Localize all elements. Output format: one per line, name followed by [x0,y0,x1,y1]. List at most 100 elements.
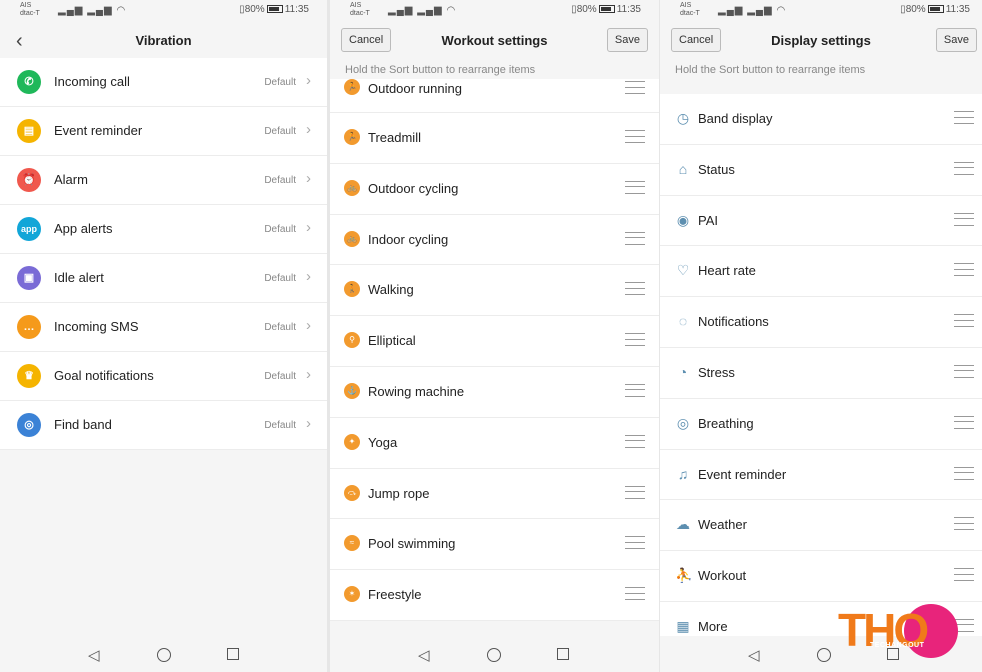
alarm-icon: ⏰ [17,168,41,192]
sort-handle-icon[interactable] [954,263,974,277]
sort-handle-icon[interactable] [625,536,645,550]
sort-handle-icon[interactable] [954,568,974,582]
sort-handle-icon[interactable] [625,282,645,296]
sort-handle-icon[interactable] [954,212,974,226]
vibration-screen: AIS dtac-T ▂▄▆ ▂▄▆ ◠ ▯80% 11:35 ‹ Vibratio… [0,0,327,672]
carrier-label: AIS [350,2,362,9]
page-title: Display settings [771,33,871,48]
sort-handle-icon[interactable] [954,364,974,378]
battery-icon [927,5,944,14]
battery-percent: 80% [905,4,926,15]
nav-back-icon[interactable]: ◁ [748,646,760,664]
list-item: ◌ Notifications [660,297,982,348]
list-item[interactable]: … Incoming SMS Default › [0,303,327,352]
sort-handle-icon[interactable] [625,130,645,143]
app-icon: app [17,217,41,241]
status-bar: AIS dtac-T ▂▄▆ ▂▄▆ ◠ ▯80% 11:35 [660,0,982,22]
list-item[interactable]: app App alerts Default › [0,205,327,254]
nav-recent-icon[interactable] [227,648,239,660]
display-list: ◷ Band display ⌂ Status ◉ PAI ♡ Heart rate ◌ Noti… [660,94,982,653]
nav-bar: ◁ [0,636,327,672]
sort-handle-icon[interactable] [954,517,974,531]
item-label: Elliptical [368,333,416,349]
item-label: Status [698,161,735,177]
indoor-cycling-icon: 🚲 [344,230,360,247]
nav-home-icon[interactable] [487,648,501,662]
item-label: Jump rope [368,485,430,501]
item-label: Event reminder [54,123,143,138]
item-label: Indoor cycling [368,231,449,247]
nav-back-icon[interactable]: ◁ [418,646,430,664]
trophy-icon: ♛ [17,364,41,388]
list-item: 🏃 Outdoor running [330,79,659,113]
list-item: 🚲 Indoor cycling [330,215,659,266]
freestyle-icon: ✶ [344,586,360,603]
item-value: Default [264,273,296,284]
sort-handle-icon[interactable] [954,466,974,480]
carrier-label: dtac-T [20,10,40,17]
sort-handle-icon[interactable] [954,415,974,429]
swimming-icon: ≈ [344,535,360,552]
list-item: ✶ Freestyle [330,570,659,621]
save-button[interactable]: Save [606,28,648,52]
sort-handle-icon[interactable] [625,333,645,347]
item-label: Heart rate [698,263,756,279]
sort-handle-icon[interactable] [625,485,645,499]
item-label: Walking [368,282,414,298]
save-button[interactable]: Save [935,28,977,52]
display-settings-screen: AIS dtac-T ▂▄▆ ▂▄▆ ◠ ▯80% 11:35 Cancel Dis… [660,0,982,672]
battery-percent: 80% [244,4,265,15]
item-label: Event reminder [698,466,787,482]
chat-icon: ◌ [678,313,688,330]
list-item: ◔ Stress [660,348,982,399]
workout-icon: ⛹ [675,567,693,584]
sort-handle-icon[interactable] [954,161,974,175]
list-item[interactable]: ✆ Incoming call Default › [0,58,327,107]
chevron-right-icon: › [306,317,311,334]
list-item[interactable]: ♛ Goal notifications Default › [0,352,327,401]
item-label: Outdoor running [368,81,462,96]
sort-handle-icon[interactable] [954,314,974,328]
nav-home-icon[interactable] [817,648,831,662]
item-value: Default [264,77,296,88]
sort-handle-icon[interactable] [625,180,645,194]
list-item[interactable]: ◎ Find band Default › [0,401,327,450]
sort-hint: Hold the Sort button to rearrange items [345,64,536,76]
item-label: Pool swimming [368,536,456,552]
item-label: Band display [698,111,773,126]
list-item[interactable]: ⏰ Alarm Default › [0,156,327,205]
signal-icon: ▂▄▆ ▂▄▆ ◠ [58,5,127,16]
chevron-right-icon: › [306,121,311,138]
list-item[interactable]: ▤ Event reminder Default › [0,107,327,156]
item-label: Freestyle [368,587,422,603]
item-label: Notifications [698,314,769,330]
walking-icon: 🚶 [344,281,360,298]
techangout-logo: THO TECHANGOUT [838,604,960,658]
phone-icon: ✆ [17,70,41,94]
sort-handle-icon[interactable] [625,383,645,397]
sort-hint: Hold the Sort button to rearrange items [675,64,866,76]
clock-icon: ◷ [676,110,690,126]
sort-handle-icon[interactable] [625,81,645,94]
cycling-icon: 🚲 [344,179,360,196]
item-label: Alarm [54,172,88,187]
list-item: ⚲ Elliptical [330,316,659,367]
bell-icon: ♫ [677,465,689,482]
nav-home-icon[interactable] [157,648,171,662]
nav-back-icon[interactable]: ◁ [88,646,100,664]
carrier-label: AIS [680,2,692,9]
yoga-icon: ✦ [344,433,360,450]
list-item[interactable]: ▣ Idle alert Default › [0,254,327,303]
sort-handle-icon[interactable] [954,111,974,124]
item-label: Stress [698,364,735,380]
sort-handle-icon[interactable] [625,587,645,601]
carrier-label: dtac-T [680,10,700,17]
sort-handle-icon[interactable] [625,231,645,245]
list-item: 🏃 Treadmill [330,113,659,164]
list-item: ♡ Heart rate [660,246,982,298]
nav-recent-icon[interactable] [557,648,569,660]
sort-handle-icon[interactable] [625,434,645,448]
cloud-icon: ☁ [676,516,690,533]
clock: 11:35 [945,4,970,15]
item-value: Default [264,175,296,186]
